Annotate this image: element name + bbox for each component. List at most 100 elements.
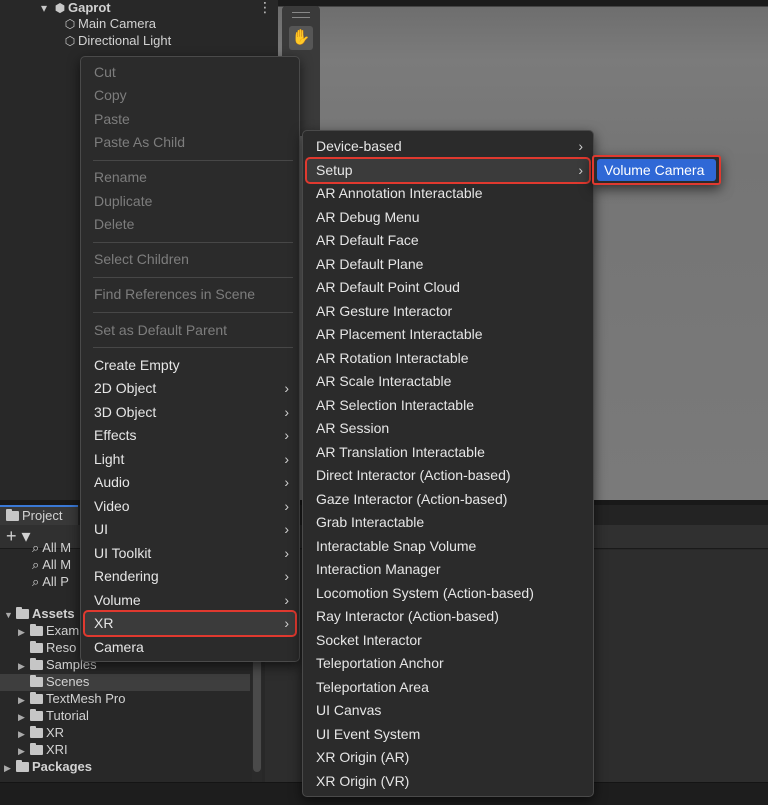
favorite-item[interactable]: ⌕ All M — [32, 556, 71, 573]
tab-project[interactable]: Project — [0, 505, 78, 525]
menu-item-rendering[interactable]: Rendering › — [85, 565, 295, 588]
hand-tool-icon[interactable]: ✋ — [289, 26, 313, 50]
xr-menu-item[interactable]: Teleportation Anchor — [307, 652, 589, 675]
xr-menu-item[interactable]: AR Debug Menu — [307, 206, 589, 229]
menu-item-duplicate[interactable]: Duplicate — [85, 190, 295, 213]
chevron-right-icon: › — [284, 498, 289, 514]
xr-menu-item[interactable]: Grab Interactable — [307, 511, 589, 534]
menu-item-copy[interactable]: Copy — [85, 84, 295, 107]
menu-item-rename[interactable]: Rename — [85, 166, 295, 189]
expand-arrow-icon[interactable]: ▶ — [4, 760, 16, 777]
search-icon: ⌕ — [32, 557, 43, 572]
xr-menu-item[interactable]: AR Translation Interactable — [307, 441, 589, 464]
xr-menu-item[interactable]: XR Origin (AR) — [307, 746, 589, 769]
xr-menu-item[interactable]: Socket Interactor — [307, 629, 589, 652]
asset-folder[interactable]: ▶ XR — [18, 724, 64, 741]
hierarchy-item-label: Directional Light — [78, 33, 172, 48]
hierarchy-item-main-camera[interactable]: ⬡ Main Camera — [62, 15, 156, 32]
folder-label: Scenes — [46, 674, 90, 689]
gameobject-cube-icon: ⬡ — [64, 17, 76, 31]
folder-label: XR — [46, 725, 65, 740]
xr-menu-item[interactable]: AR Annotation Interactable — [307, 182, 589, 205]
asset-folder[interactable]: ▶ XRI — [18, 741, 68, 758]
asset-folder[interactable]: Scenes — [18, 673, 89, 690]
xr-menu-item[interactable]: AR Default Plane — [307, 253, 589, 276]
hierarchy-item-directional-light[interactable]: ⬡ Directional Light — [62, 32, 171, 49]
menu-item-cut[interactable]: Cut — [85, 61, 295, 84]
xr-menu-item[interactable]: Ray Interactor (Action-based) — [307, 605, 589, 628]
xr-menu-item[interactable]: Direct Interactor (Action-based) — [307, 464, 589, 487]
asset-folder[interactable]: Reso — [18, 639, 76, 656]
asset-folder[interactable]: ▶ TextMesh Pro — [18, 690, 125, 707]
xr-submenu: Device-based › Setup › AR Annotation Inter… — [302, 130, 594, 797]
xr-menu-item[interactable]: AR Gesture Interactor — [307, 300, 589, 323]
menu-item-xr[interactable]: XR › — [83, 610, 297, 637]
menu-item-label: 2D Object — [94, 380, 157, 396]
menu-item-create-empty[interactable]: Create Empty — [85, 354, 295, 377]
add-asset-button[interactable]: + ▾ — [6, 526, 31, 547]
menu-item-audio[interactable]: Audio › — [85, 471, 295, 494]
xr-menu-item[interactable]: Interaction Manager — [307, 558, 589, 581]
xr-menu-item[interactable]: AR Scale Interactable — [307, 370, 589, 393]
menu-item-select-children[interactable]: Select Children — [85, 248, 295, 271]
xr-menu-item[interactable]: Teleportation Area — [307, 676, 589, 699]
menu-item-setup[interactable]: Setup › — [305, 157, 591, 184]
tab-project-label: Project — [22, 508, 63, 523]
favorite-item[interactable]: ⌕ All P — [32, 573, 69, 590]
chevron-right-icon: › — [284, 474, 289, 490]
favorite-item[interactable]: ⌕ All M — [32, 539, 71, 556]
folder-icon — [30, 726, 43, 738]
grip-icon[interactable] — [292, 12, 310, 18]
menu-item-set-default-parent[interactable]: Set as Default Parent — [85, 319, 295, 342]
asset-folder[interactable]: ▶ Exam — [18, 622, 79, 639]
xr-menu-item[interactable]: AR Default Point Cloud — [307, 276, 589, 299]
xr-menu-item[interactable]: XR Origin (VR) — [307, 770, 589, 793]
menu-item-volume-camera[interactable]: Volume Camera — [597, 159, 716, 181]
menu-item-ui-toolkit[interactable]: UI Toolkit › — [85, 542, 295, 565]
menu-item-2d-object[interactable]: 2D Object › — [85, 377, 295, 400]
packages-folder[interactable]: ▶ Packages — [4, 758, 92, 775]
xr-menu-item[interactable]: UI Event System — [307, 723, 589, 746]
hierarchy-root-row[interactable]: ▾ ⬢ Gaprot — [36, 0, 111, 16]
packages-label: Packages — [32, 759, 92, 774]
folder-icon — [30, 692, 43, 704]
chevron-right-icon: › — [578, 138, 583, 154]
xr-menu-item[interactable]: AR Rotation Interactable — [307, 347, 589, 370]
chevron-right-icon: › — [578, 162, 583, 178]
menu-item-device-based[interactable]: Device-based › — [307, 135, 589, 158]
menu-item-3d-object[interactable]: 3D Object › — [85, 401, 295, 424]
expand-arrow-icon[interactable]: ▾ — [36, 0, 52, 17]
xr-menu-item[interactable]: UI Canvas — [307, 699, 589, 722]
menu-item-volume[interactable]: Volume › — [85, 589, 295, 612]
setup-submenu: Volume Camera — [592, 155, 721, 185]
menu-item-camera[interactable]: Camera — [85, 636, 295, 659]
xr-menu-item[interactable]: Gaze Interactor (Action-based) — [307, 488, 589, 511]
xr-menu-item[interactable]: AR Default Face — [307, 229, 589, 252]
folder-icon — [16, 760, 29, 772]
xr-menu-item[interactable]: Interactable Snap Volume — [307, 535, 589, 558]
xr-menu-item[interactable]: AR Placement Interactable — [307, 323, 589, 346]
assets-folder[interactable]: ▼ Assets — [4, 605, 75, 622]
chevron-right-icon: › — [284, 521, 289, 537]
menu-item-paste-as-child[interactable]: Paste As Child — [85, 131, 295, 154]
menu-item-find-references[interactable]: Find References in Scene — [85, 283, 295, 306]
menu-item-ui[interactable]: UI › — [85, 518, 295, 541]
menu-separator — [93, 347, 293, 348]
menu-item-effects[interactable]: Effects › — [85, 424, 295, 447]
favorite-label: All M — [42, 540, 72, 555]
hierarchy-more-icon[interactable]: ⋮ — [258, 0, 272, 16]
expand-arrow-icon[interactable]: ▼ — [4, 607, 16, 624]
menu-item-light[interactable]: Light › — [85, 448, 295, 471]
menu-separator — [93, 160, 293, 161]
asset-folder[interactable]: ▶ Tutorial — [18, 707, 89, 724]
menu-item-delete[interactable]: Delete — [85, 213, 295, 236]
xr-menu-item[interactable]: AR Selection Interactable — [307, 394, 589, 417]
chevron-right-icon: › — [284, 427, 289, 443]
menu-item-video[interactable]: Video › — [85, 495, 295, 518]
folder-label: Exam — [46, 623, 80, 638]
menu-item-paste[interactable]: Paste — [85, 108, 295, 131]
xr-menu-item[interactable]: AR Session — [307, 417, 589, 440]
xr-menu-item[interactable]: Locomotion System (Action-based) — [307, 582, 589, 605]
folder-label: Tutorial — [46, 708, 89, 723]
favorite-label: All M — [42, 557, 72, 572]
